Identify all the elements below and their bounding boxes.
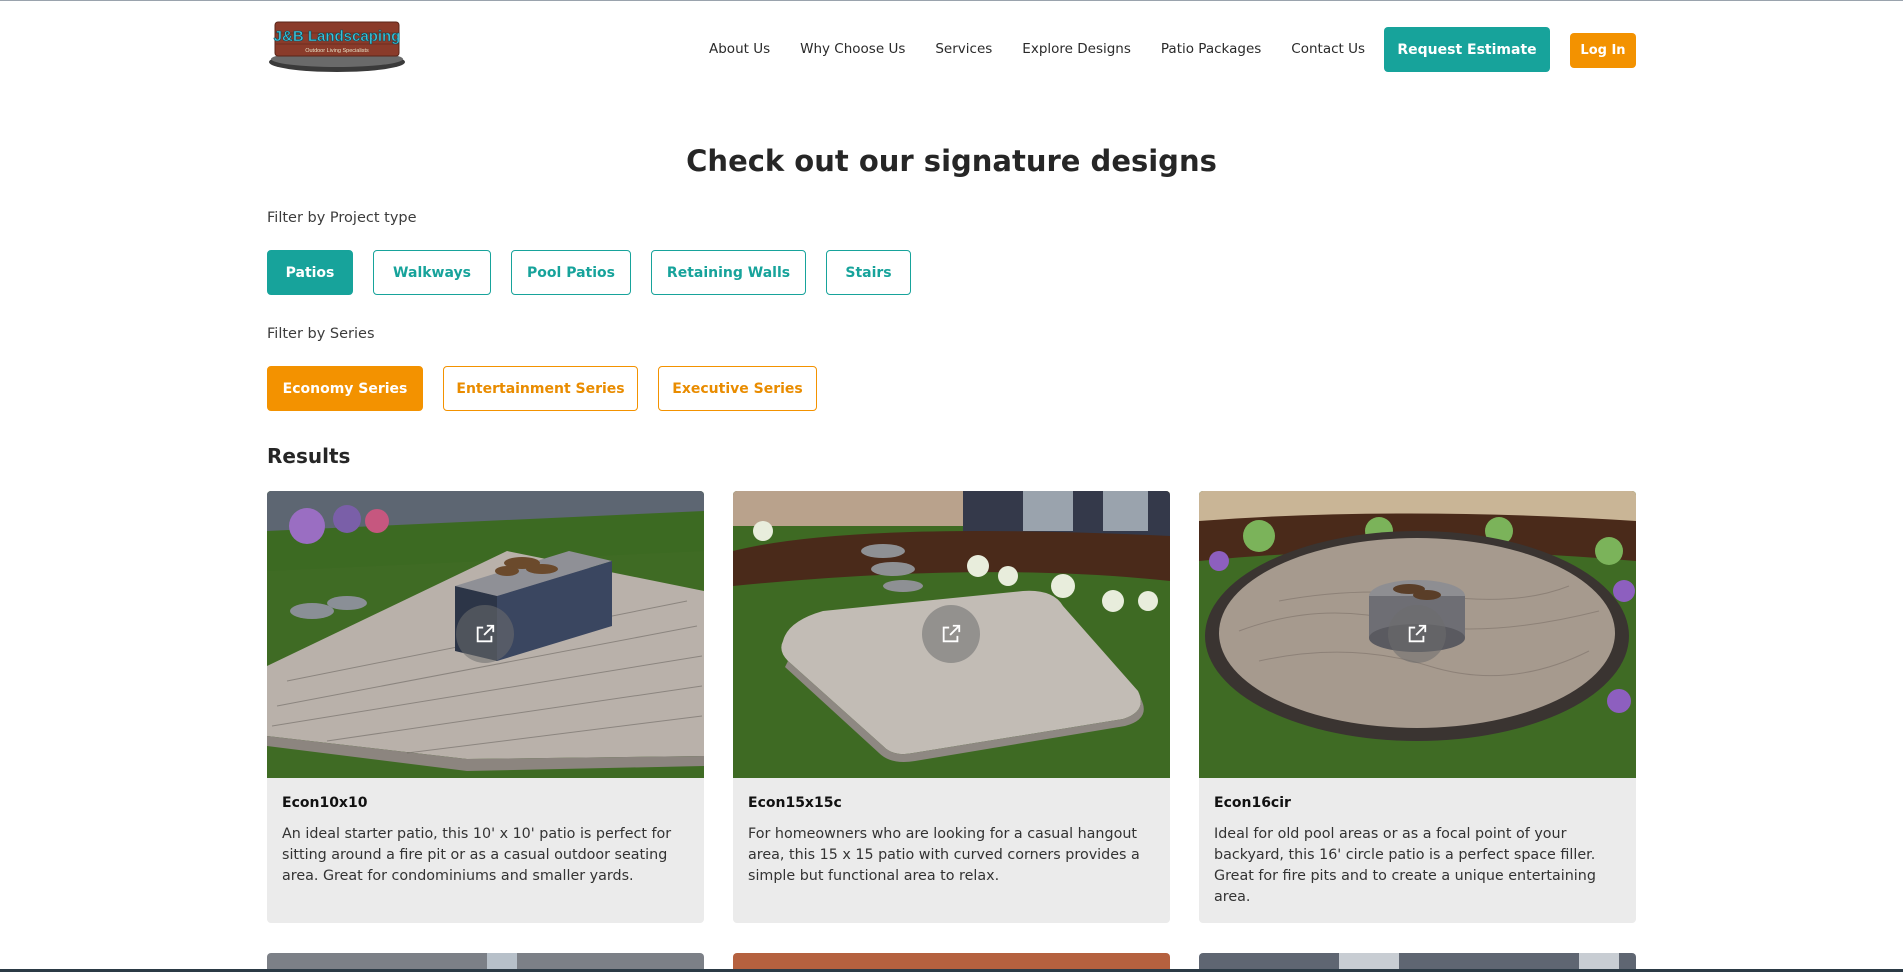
- design-image: [733, 491, 1170, 778]
- filter-stairs[interactable]: Stairs: [826, 250, 911, 295]
- series-filter-label: Filter by Series: [267, 326, 375, 342]
- filter-patios[interactable]: Patios: [267, 250, 353, 295]
- nav-about-us[interactable]: About Us: [709, 41, 770, 57]
- filter-retaining-walls[interactable]: Retaining Walls: [651, 250, 806, 295]
- nav-patio-packages[interactable]: Patio Packages: [1161, 41, 1261, 57]
- results-heading: Results: [267, 444, 351, 468]
- filter-economy-series[interactable]: Economy Series: [267, 366, 423, 411]
- open-design-button[interactable]: [922, 605, 980, 663]
- logo-tagline: Outdoor Living Specialists: [305, 48, 369, 54]
- company-logo[interactable]: J&B Landscaping Outdoor Living Specialis…: [267, 18, 407, 72]
- design-card-econ16cir[interactable]: Econ16cir Ideal for old pool areas or as…: [1199, 491, 1636, 923]
- main-nav: About Us Why Choose Us Services Explore …: [709, 26, 1395, 72]
- external-link-icon: [1408, 624, 1427, 643]
- design-card-econ15x15c[interactable]: Econ15x15c For homeowners who are lookin…: [733, 491, 1170, 923]
- design-image: [267, 491, 704, 778]
- external-link-icon: [942, 624, 961, 643]
- project-type-filters: Patios Walkways Pool Patios Retaining Wa…: [267, 250, 931, 295]
- request-estimate-button[interactable]: Request Estimate: [1384, 27, 1550, 72]
- card-description: For homeowners who are looking for a cas…: [748, 826, 1140, 884]
- series-filters: Economy Series Entertainment Series Exec…: [267, 366, 837, 411]
- filter-entertainment-series[interactable]: Entertainment Series: [443, 366, 638, 411]
- filter-pool-patios[interactable]: Pool Patios: [511, 250, 631, 295]
- card-description: An ideal starter patio, this 10' x 10' p…: [282, 826, 672, 884]
- design-card-econ10x10[interactable]: Econ10x10 An ideal starter patio, this 1…: [267, 491, 704, 923]
- card-description: Ideal for old pool areas or as a focal p…: [1214, 826, 1596, 905]
- open-design-button[interactable]: [456, 605, 514, 663]
- login-button[interactable]: Log In: [1570, 33, 1636, 68]
- filter-executive-series[interactable]: Executive Series: [658, 366, 817, 411]
- nav-contact-us[interactable]: Contact Us: [1291, 41, 1365, 57]
- open-design-button[interactable]: [1388, 605, 1446, 663]
- design-image: [1199, 491, 1636, 778]
- nav-why-choose-us[interactable]: Why Choose Us: [800, 41, 905, 57]
- page-title: Check out our signature designs: [686, 144, 1217, 178]
- external-link-icon: [476, 624, 495, 643]
- card-title: Econ15x15c: [748, 795, 842, 811]
- project-filter-label: Filter by Project type: [267, 210, 417, 226]
- nav-services[interactable]: Services: [935, 41, 992, 57]
- card-title: Econ10x10: [282, 795, 368, 811]
- filter-walkways[interactable]: Walkways: [373, 250, 491, 295]
- logo-text: J&B Landscaping: [274, 28, 401, 45]
- card-title: Econ16cir: [1214, 795, 1291, 811]
- nav-explore-designs[interactable]: Explore Designs: [1022, 41, 1131, 57]
